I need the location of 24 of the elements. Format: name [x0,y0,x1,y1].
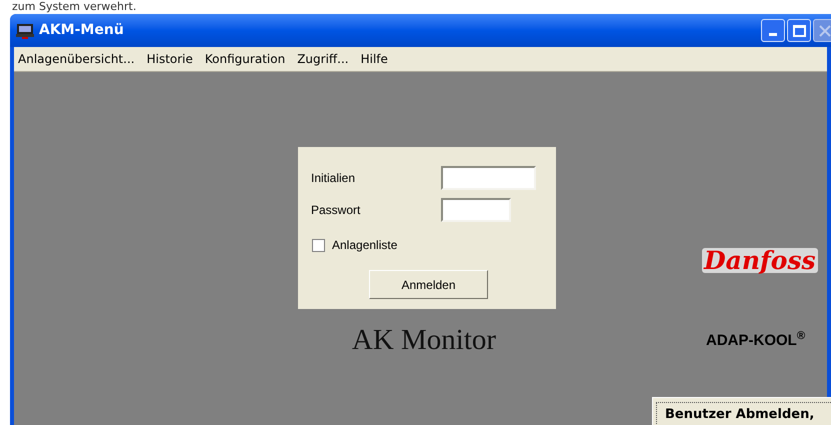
minimize-icon [769,33,777,36]
monitor-icon [16,22,34,38]
menu-item[interactable]: Zugriff... [297,50,349,68]
field-label: Passwort [311,202,360,219]
product-name: ADAP-KOOL$^{®}$ [706,330,806,351]
input-field[interactable] [441,166,536,190]
login-button[interactable]: Anmelden [369,270,488,299]
minimize-button[interactable] [761,19,785,42]
app-title: AK Monitor [350,323,498,358]
brand-logo: Danfoss [702,248,818,273]
menu-item[interactable]: Anlagenübersicht... [18,50,135,68]
field-label: Initialien [311,170,356,187]
menu-item[interactable]: Historie [146,50,193,68]
maximize-button[interactable] [787,19,811,42]
menu-item[interactable]: Konfiguration [204,50,286,68]
menu-item[interactable]: Hilfe [360,50,388,68]
checkbox-label: Anlagenliste [332,237,398,254]
input-field[interactable] [441,198,511,222]
checkbox[interactable] [312,238,325,252]
caption-text: zum System verwehrt. [12,0,136,13]
window-title: AKM-Menü [39,21,124,40]
close-icon [819,24,831,36]
logout-button[interactable]: Benutzer Abmelden, [652,397,831,425]
maximize-icon [792,24,806,36]
